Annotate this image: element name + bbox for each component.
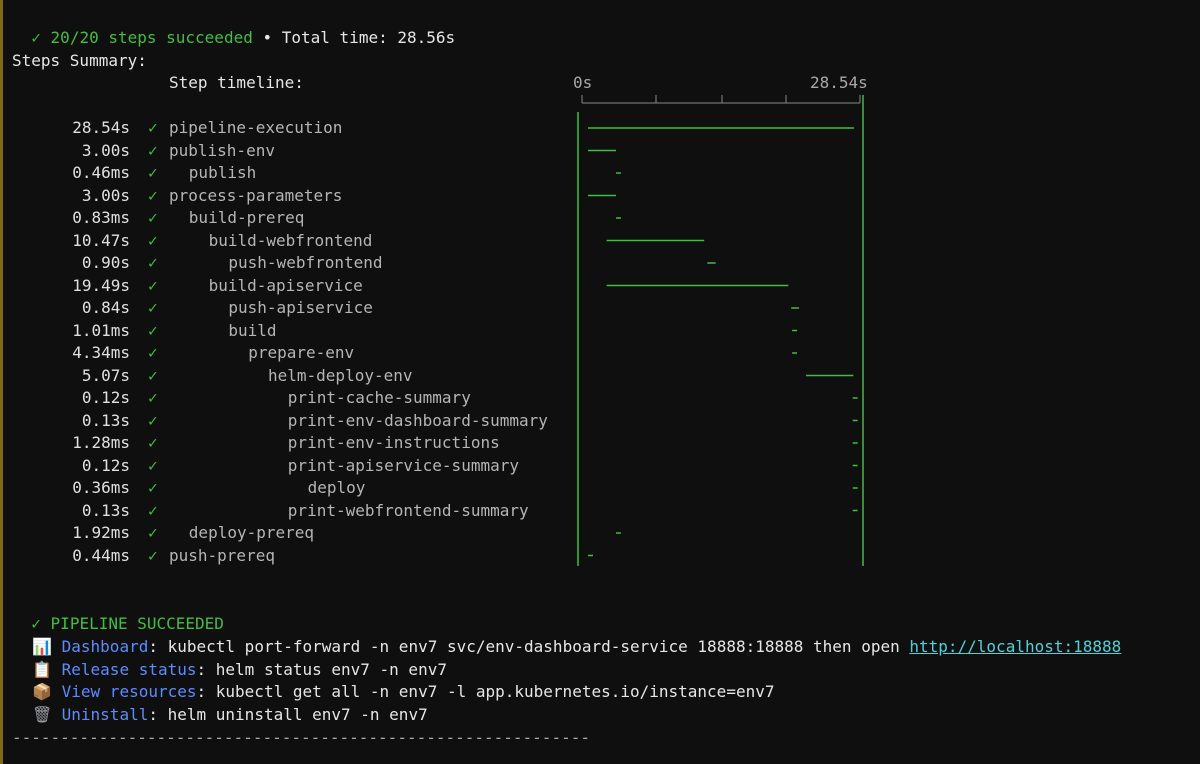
step-name: print-apiservice-summary xyxy=(287,455,519,475)
step-name: deploy-prereq xyxy=(188,523,315,542)
pipeline-result: ✓ PIPELINE SUCCEEDED xyxy=(12,591,224,635)
step-check-icon: ✓ xyxy=(148,365,158,385)
step-duration: 0.12s xyxy=(81,388,130,407)
step-check-icon: ✓ xyxy=(148,343,158,362)
step-duration: 3.00s xyxy=(81,140,130,160)
step-check-icon: ✓ xyxy=(148,275,158,295)
command-colon: : xyxy=(196,682,207,701)
step-name: print-env-dashboard-summary xyxy=(287,410,548,430)
step-duration: 0.44ms xyxy=(72,545,130,565)
step-duration: 0.84s xyxy=(81,298,130,317)
step-duration: 0.36ms xyxy=(72,478,130,497)
step-check-icon: ✓ xyxy=(148,388,158,407)
command-colon: : xyxy=(196,659,207,679)
command-colon: : xyxy=(148,704,158,724)
step-check-icon: ✓ xyxy=(148,185,158,205)
step-check-icon: ✓ xyxy=(148,163,158,182)
step-check-icon: ✓ xyxy=(148,523,158,542)
step-duration: 4.34ms xyxy=(72,343,130,362)
step-duration: 1.28ms xyxy=(72,433,130,452)
step-name: push-webfrontend xyxy=(228,253,383,272)
step-check-icon: ✓ xyxy=(148,455,158,475)
step-name: push-apiservice xyxy=(228,298,373,317)
step-name: build-prereq xyxy=(188,208,305,227)
step-name: pipeline-execution xyxy=(169,118,343,137)
command-colon: : xyxy=(148,637,158,656)
command-label: Uninstall xyxy=(61,704,149,724)
step-duration: 5.07s xyxy=(81,365,130,385)
command-text: helm status env7 -n env7 xyxy=(206,659,447,679)
step-check-icon: ✓ xyxy=(148,298,158,317)
step-duration: 0.46ms xyxy=(72,163,130,182)
step-check-icon: ✓ xyxy=(148,478,158,497)
command-label: Release status xyxy=(61,659,197,679)
trash-icon: 🗑 xyxy=(32,704,53,724)
step-name: publish xyxy=(188,163,257,182)
step-name: print-cache-summary xyxy=(287,388,471,407)
step-name: publish-env xyxy=(169,140,275,160)
step-name: deploy xyxy=(307,478,366,497)
step-duration: 3.00s xyxy=(81,185,130,205)
step-check-icon: ✓ xyxy=(148,118,158,137)
clipboard-icon: 📋 xyxy=(32,659,52,679)
step-check-icon: ✓ xyxy=(148,545,158,565)
step-check-icon: ✓ xyxy=(148,500,158,520)
step-check-icon: ✓ xyxy=(148,230,158,250)
step-name: build-apiservice xyxy=(208,275,363,295)
command-line: 🗑 Uninstall: helm uninstall env7 -n env7 xyxy=(32,704,428,726)
step-check-icon: ✓ xyxy=(148,410,158,430)
command-text: kubectl get all -n env7 -l app.kubernete… xyxy=(206,682,775,701)
step-name: push-prereq xyxy=(169,545,275,565)
command-text: kubectl port-forward -n env7 svc/env-das… xyxy=(157,637,804,656)
command-line: 📋 Release status: helm status env7 -n en… xyxy=(32,659,447,681)
package-icon: 📦 xyxy=(32,682,52,701)
step-name: build-webfrontend xyxy=(208,230,373,250)
step-name: process-parameters xyxy=(169,185,343,205)
dashboard-url-link[interactable]: http://localhost:18888 xyxy=(909,637,1121,656)
step-duration: 0.13s xyxy=(81,410,130,430)
step-duration: 0.12s xyxy=(81,455,130,475)
footer-rule: ----------------------------------------… xyxy=(12,728,590,747)
step-check-icon: ✓ xyxy=(148,320,158,340)
step-duration: 0.90s xyxy=(81,253,130,272)
step-name: prepare-env xyxy=(248,343,355,362)
command-line: 📦 View resources: kubectl get all -n env… xyxy=(32,681,774,703)
step-duration: 0.83ms xyxy=(72,208,130,227)
command-text: helm uninstall env7 -n env7 xyxy=(157,704,428,724)
step-check-icon: ✓ xyxy=(148,140,158,160)
step-duration: 10.47s xyxy=(72,230,130,250)
step-name: print-webfrontend-summary xyxy=(287,500,529,520)
step-duration: 28.54s xyxy=(72,118,130,137)
step-check-icon: ✓ xyxy=(148,208,158,227)
step-check-icon: ✓ xyxy=(148,433,158,452)
result-text: PIPELINE SUCCEEDED xyxy=(50,614,224,633)
command-suffix: then open xyxy=(803,637,910,656)
step-name: helm-deploy-env xyxy=(268,365,413,385)
result-check-icon: ✓ xyxy=(31,614,41,633)
step-duration: 1.92ms xyxy=(72,523,130,542)
step-duration: 1.01ms xyxy=(72,320,130,340)
step-name: build xyxy=(228,320,277,340)
command-label: Dashboard xyxy=(61,637,149,656)
step-duration: 19.49s xyxy=(72,275,130,295)
command-label: View resources xyxy=(61,682,197,701)
step-name: print-env-instructions xyxy=(287,433,500,452)
bar-chart-icon: 📊 xyxy=(32,637,52,656)
step-check-icon: ✓ xyxy=(148,253,158,272)
step-duration: 0.13s xyxy=(81,500,130,520)
command-line: 📊 Dashboard: kubectl port-forward -n env… xyxy=(32,636,1121,658)
